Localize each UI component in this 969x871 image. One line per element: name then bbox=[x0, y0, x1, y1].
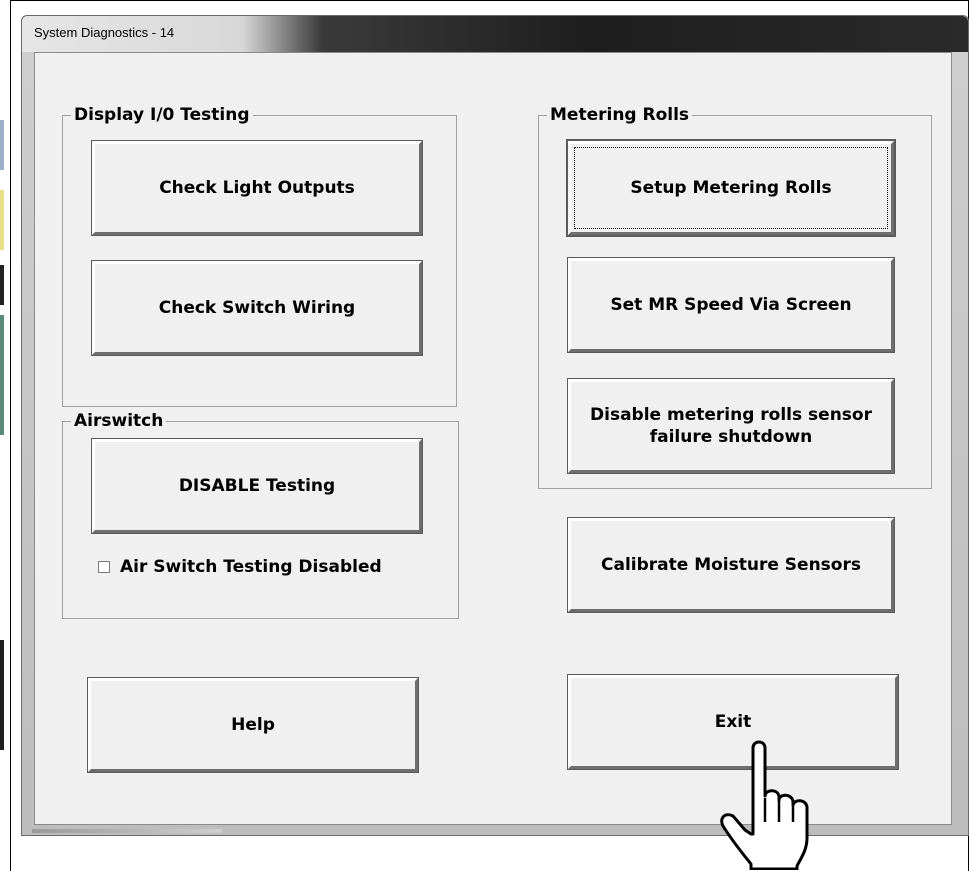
title-bar[interactable]: System Diagnostics - 14 bbox=[22, 16, 968, 52]
check-light-outputs-button[interactable]: Check Light Outputs bbox=[91, 140, 423, 236]
disable-sensor-line-1: Disable metering rolls sensor bbox=[590, 405, 872, 425]
air-switch-testing-disabled-checkbox[interactable] bbox=[98, 561, 110, 573]
window-client-area: Display I/0 Testing Check Light Outputs … bbox=[34, 52, 952, 825]
edge-mark-black bbox=[0, 640, 4, 750]
metering-rolls-group-label: Metering Rolls bbox=[547, 104, 693, 126]
page-border-left bbox=[10, 0, 11, 871]
airswitch-group-label: Airswitch bbox=[71, 410, 167, 432]
disable-sensor-line-2: failure shutdown bbox=[649, 427, 813, 447]
edge-mark-blue bbox=[0, 120, 4, 170]
disable-testing-button[interactable]: DISABLE Testing bbox=[91, 438, 423, 534]
edge-mark-teal bbox=[0, 315, 4, 435]
air-switch-testing-disabled-label: Air Switch Testing Disabled bbox=[120, 557, 382, 577]
page-border-top bbox=[10, 0, 969, 1]
calibrate-moisture-sensors-button[interactable]: Calibrate Moisture Sensors bbox=[567, 517, 895, 613]
air-switch-testing-disabled-row[interactable]: Air Switch Testing Disabled bbox=[98, 557, 382, 577]
window-title: System Diagnostics - 14 bbox=[34, 25, 175, 40]
edge-mark-yellow bbox=[0, 190, 4, 250]
setup-metering-rolls-button[interactable]: Setup Metering Rolls bbox=[566, 139, 896, 237]
help-button[interactable]: Help bbox=[87, 677, 419, 773]
hand-pointer-icon bbox=[720, 740, 809, 870]
display-io-group-label: Display I/0 Testing bbox=[71, 104, 253, 126]
status-strip bbox=[32, 829, 222, 833]
set-mr-speed-via-screen-button[interactable]: Set MR Speed Via Screen bbox=[567, 257, 895, 353]
edge-mark-dark bbox=[0, 265, 4, 305]
disable-metering-rolls-sensor-button[interactable]: Disable metering rolls sensor failure sh… bbox=[567, 378, 895, 474]
system-diagnostics-window: System Diagnostics - 14 Display I/0 Test… bbox=[21, 15, 969, 836]
check-switch-wiring-button[interactable]: Check Switch Wiring bbox=[91, 260, 423, 356]
